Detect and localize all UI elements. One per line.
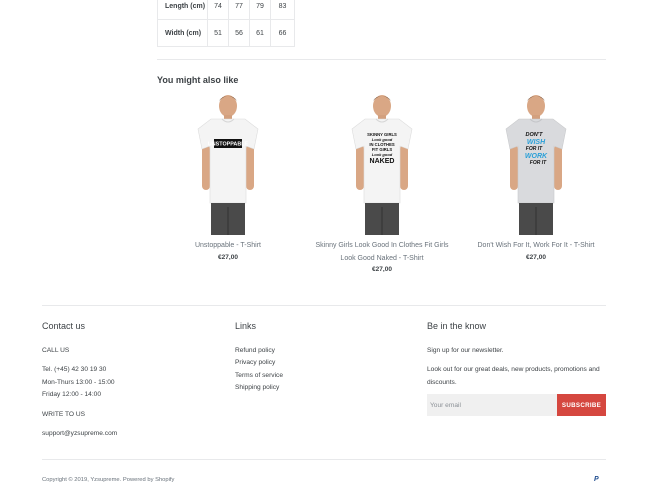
size-chart-table: Length (cm) 74 77 79 83 Width (cm) 51 56… [157, 0, 295, 47]
product-name[interactable]: Skinny Girls Look Good In Clothes Fit Gi… [302, 240, 462, 265]
svg-text:FOR IT: FOR IT [526, 146, 543, 152]
svg-text:UNSTOPPABLE: UNSTOPPABLE [208, 142, 249, 148]
privacy-policy-link[interactable]: Privacy policy [235, 357, 385, 369]
svg-text:Look good: Look good [372, 152, 393, 157]
footer-contact-title: Contact us [42, 321, 86, 331]
product-price: €27,00 [526, 253, 546, 261]
product-name[interactable]: Unstoppable - T-Shirt [148, 240, 308, 253]
footer-contact: Contact us CALL US Tel. (+45) 42 30 19 3… [42, 321, 212, 440]
product-price: €27,00 [218, 253, 238, 261]
footer-links-title: Links [235, 321, 257, 331]
table-cell: 61 [249, 19, 271, 47]
footer-links: Links Refund policy Privacy policy Terms… [235, 321, 385, 395]
table-row: Length (cm) 74 77 79 83 [157, 0, 295, 20]
newsletter-form: SUBSCRIBE [427, 394, 606, 416]
newsletter-description: Look out for our great deals, new produc… [427, 366, 600, 386]
write-to-us-label: WRITE TO US [42, 410, 85, 418]
newsletter-signup-text: Sign up for our newsletter. [427, 347, 504, 354]
copyright-text: Copyright © 2019, Yzsupreme. Powered by … [42, 477, 175, 483]
product-name[interactable]: Don't Wish For It, Work For It - T-Shirt [456, 240, 616, 253]
row-header: Width (cm) [157, 19, 208, 47]
hours-friday: Friday 12:00 - 14:00 [42, 391, 102, 399]
terms-of-service-link[interactable]: Terms of service [235, 370, 385, 382]
table-cell: 79 [249, 0, 271, 20]
footer-newsletter: Be in the know Sign up for our newslette… [427, 321, 607, 389]
support-email[interactable]: support@yzsupreme.com [42, 428, 212, 440]
divider [42, 459, 606, 460]
product-image[interactable]: UNSTOPPABLE [178, 93, 278, 235]
svg-text:WORK: WORK [525, 153, 548, 160]
divider [42, 305, 606, 306]
table-row: Width (cm) 51 56 61 66 [157, 19, 295, 47]
hours-weekday: Mon-Thurs 13:00 - 15:00 [42, 378, 115, 386]
svg-text:FOR IT: FOR IT [530, 160, 547, 166]
related-products-title: You might also like [157, 75, 239, 85]
svg-text:DON'T: DON'T [526, 132, 544, 138]
table-cell: 56 [228, 19, 250, 47]
table-cell: 83 [270, 0, 295, 20]
call-us-label: CALL US [42, 347, 70, 354]
phone-number[interactable]: Tel. (+45) 42 30 19 30 [42, 364, 212, 376]
product-image[interactable]: SKINNY GIRLS Look good IN CLOTHES FIT GI… [332, 93, 432, 235]
footer-newsletter-title: Be in the know [427, 321, 487, 331]
table-cell: 51 [207, 19, 229, 47]
shipping-policy-link[interactable]: Shipping policy [235, 382, 385, 394]
table-cell: 66 [270, 19, 295, 47]
subscribe-button[interactable]: SUBSCRIBE [557, 394, 606, 416]
table-cell: 74 [207, 0, 229, 20]
paypal-icon: P [594, 476, 599, 483]
table-cell: 77 [228, 0, 250, 20]
svg-text:WISH: WISH [527, 139, 546, 146]
svg-text:NAKED: NAKED [370, 158, 395, 165]
product-card[interactable]: SKINNY GIRLS Look good IN CLOTHES FIT GI… [302, 93, 462, 273]
product-image[interactable]: DON'T WISH FOR IT WORK FOR IT [486, 93, 586, 235]
product-card[interactable]: DON'T WISH FOR IT WORK FOR IT Don't Wish… [456, 93, 616, 261]
email-input[interactable] [427, 394, 557, 416]
row-header: Length (cm) [157, 0, 208, 20]
product-price: €27,00 [372, 266, 392, 273]
divider [157, 59, 606, 60]
product-card[interactable]: UNSTOPPABLE Unstoppable - T-Shirt €27,00 [148, 93, 308, 261]
refund-policy-link[interactable]: Refund policy [235, 345, 385, 357]
